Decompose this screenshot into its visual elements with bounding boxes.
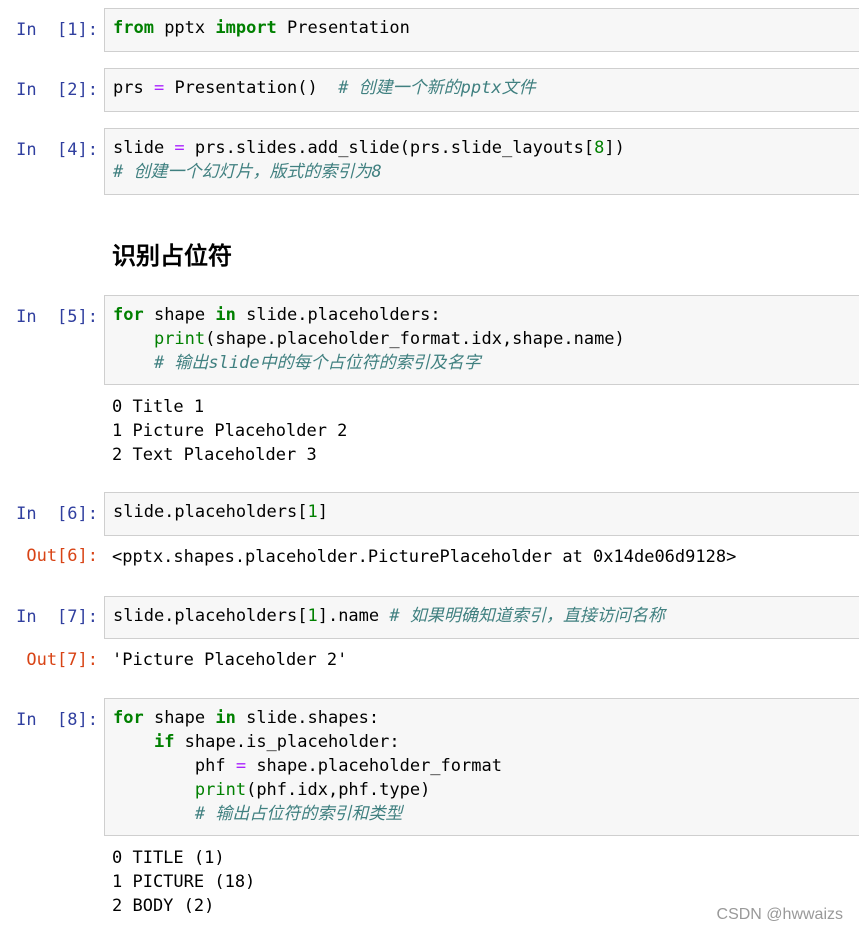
- code-token: prs: [113, 78, 154, 98]
- cell-output: 0 Title 1 1 Picture Placeholder 2 2 Text P…: [112, 395, 347, 467]
- code-input[interactable]: for shape in slide.placeholders: print(s…: [104, 295, 859, 385]
- code-token: slide.shapes:: [235, 708, 380, 728]
- code-token: =: [174, 138, 185, 158]
- code-token: slide.placeholders:: [235, 305, 441, 325]
- code-input[interactable]: from pptx import Presentation: [104, 8, 859, 52]
- code-line: for shape in slide.shapes:: [113, 706, 859, 730]
- code-line: slide.placeholders[1].name # 如果明确知道索引，直接…: [113, 604, 859, 628]
- output-line: 2 BODY (2): [112, 896, 215, 916]
- code-token: =: [153, 78, 165, 98]
- code-line: phf = shape.placeholder_format: [113, 754, 859, 778]
- code-token: (shape.placeholder_format.idx,shape.name…: [205, 329, 625, 349]
- code-line: if shape.is_placeholder:: [113, 730, 859, 754]
- code-token: prs.slides.add_slide(prs.slide_layouts[: [184, 138, 595, 158]
- code-line: prs = Presentation() # 创建一个新的pptx文件: [113, 76, 859, 100]
- code-input[interactable]: slide = prs.slides.add_slide(prs.slide_l…: [104, 128, 859, 195]
- output-line: 1 PICTURE (18): [112, 872, 256, 892]
- code-token: (phf.idx,phf.type): [246, 780, 431, 800]
- code-line: for shape in slide.placeholders:: [113, 303, 859, 327]
- code-comment: # 输出占位符的索引和类型: [194, 804, 403, 824]
- code-input[interactable]: for shape in slide.shapes: if shape.is_p…: [104, 698, 859, 836]
- code-token: Presentation(): [164, 78, 339, 98]
- code-keyword: in: [215, 305, 236, 325]
- output-line: 'Picture Placeholder 2': [112, 650, 348, 670]
- output-line: 0 TITLE (1): [112, 848, 225, 868]
- output-line: 1 Picture Placeholder 2: [112, 421, 348, 441]
- code-token: shape: [143, 305, 216, 325]
- code-token: print: [153, 329, 206, 349]
- code-keyword: for: [113, 305, 144, 325]
- code-token: ]): [604, 138, 625, 158]
- code-token: slide: [113, 138, 175, 158]
- cell-output: <pptx.shapes.placeholder.PicturePlacehol…: [112, 545, 736, 569]
- code-line: print(phf.idx,phf.type): [113, 778, 859, 802]
- code-line: slide = prs.slides.add_slide(prs.slide_l…: [113, 136, 859, 160]
- code-token: ].name: [317, 606, 390, 626]
- code-comment: # 创建一个新的pptx文件: [338, 78, 536, 98]
- code-comment: # 创建一个幻灯片，版式的索引为8: [113, 162, 382, 182]
- code-token: 1: [307, 502, 318, 522]
- code-keyword: if: [153, 732, 175, 752]
- code-line: from pptx import Presentation: [113, 16, 859, 40]
- code-keyword: from: [113, 18, 154, 38]
- code-token: shape.placeholder_format: [246, 756, 502, 776]
- code-token: =: [235, 756, 247, 776]
- code-token: Presentation: [276, 18, 410, 38]
- output-line: <pptx.shapes.placeholder.PicturePlacehol…: [112, 547, 737, 567]
- code-keyword: for: [113, 708, 144, 728]
- code-keyword: in: [215, 708, 236, 728]
- input-prompt: In [8]:: [16, 710, 98, 730]
- output-prompt: Out[6]:: [26, 546, 98, 566]
- input-prompt: In [4]:: [16, 140, 98, 160]
- code-token: slide.placeholders[: [113, 502, 308, 522]
- watermark: CSDN @hwwaizs: [716, 906, 843, 923]
- output-line: 2 Text Placeholder 3: [112, 445, 317, 465]
- code-line: print(shape.placeholder_format.idx,shape…: [113, 327, 859, 351]
- code-input[interactable]: prs = Presentation() # 创建一个新的pptx文件: [104, 68, 859, 112]
- output-prompt: Out[7]:: [26, 650, 98, 670]
- code-line: # 输出slide中的每个占位符的索引及名字: [113, 351, 859, 375]
- code-token: phf: [113, 756, 236, 776]
- code-token: 1: [307, 606, 318, 626]
- input-prompt: In [2]:: [16, 80, 98, 100]
- code-input[interactable]: slide.placeholders[1].name # 如果明确知道索引，直接…: [104, 596, 859, 639]
- code-token: 8: [594, 138, 605, 158]
- markdown-heading: 识别占位符: [112, 242, 232, 270]
- code-token: pptx: [153, 18, 216, 38]
- cell-output: 0 TITLE (1) 1 PICTURE (18) 2 BODY (2): [112, 846, 255, 918]
- output-line: 0 Title 1: [112, 397, 205, 417]
- input-prompt: In [6]:: [16, 504, 98, 524]
- input-prompt: In [7]:: [16, 607, 98, 627]
- code-token: slide.placeholders[: [113, 606, 308, 626]
- code-comment: # 如果明确知道索引，直接访问名称: [389, 606, 665, 626]
- code-token: print: [194, 780, 247, 800]
- code-comment: # 输出slide中的每个占位符的索引及名字: [153, 353, 481, 373]
- code-line: # 输出占位符的索引和类型: [113, 802, 859, 826]
- code-input[interactable]: slide.placeholders[1]: [104, 492, 859, 536]
- input-prompt: In [5]:: [16, 307, 98, 327]
- code-token: ]: [317, 502, 328, 522]
- cell-output: 'Picture Placeholder 2': [112, 648, 347, 672]
- code-keyword: import: [215, 18, 277, 38]
- code-token: shape.is_placeholder:: [174, 732, 400, 752]
- input-prompt: In [1]:: [16, 20, 98, 40]
- code-line: # 创建一个幻灯片，版式的索引为8: [113, 160, 859, 184]
- code-token: shape: [143, 708, 216, 728]
- code-line: slide.placeholders[1]: [113, 500, 859, 524]
